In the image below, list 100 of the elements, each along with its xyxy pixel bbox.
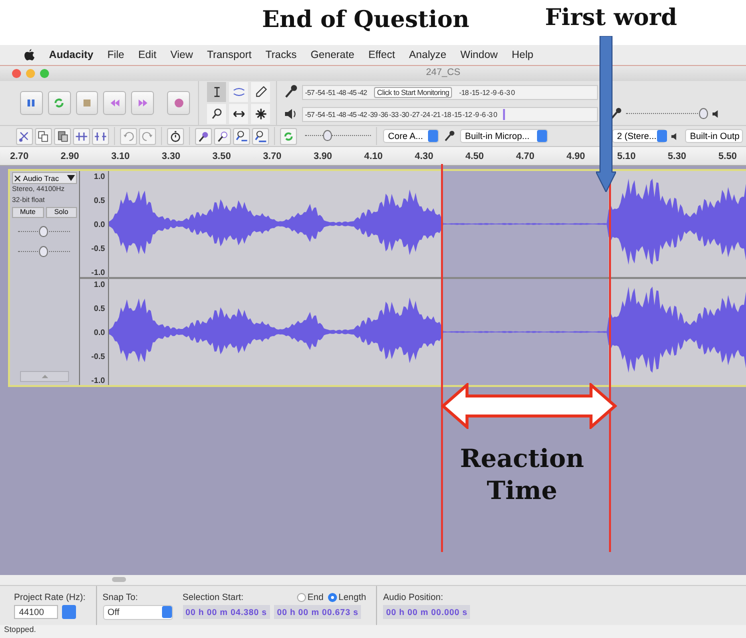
- status-text: Stopped.: [4, 625, 36, 634]
- double-arrow-icon: [441, 383, 617, 429]
- menu-item[interactable]: Analyze: [409, 49, 446, 61]
- scale-label: 1.0: [94, 172, 105, 181]
- scale-label: 0.0: [94, 220, 105, 229]
- menu-item[interactable]: Edit: [138, 49, 156, 61]
- ruler-label: 5.50: [718, 150, 738, 162]
- redo-button[interactable]: [139, 128, 156, 144]
- field-label: Selection Start:: [182, 592, 245, 602]
- menu-item[interactable]: Transport: [206, 49, 252, 61]
- radio-option[interactable]: End: [296, 592, 324, 602]
- pencil-icon: [254, 85, 268, 99]
- menu-item[interactable]: Generate: [310, 49, 354, 61]
- record-button[interactable]: [167, 91, 190, 115]
- skip-start-button[interactable]: [103, 91, 126, 115]
- dropdown-triangle-icon: [67, 175, 75, 181]
- output-device-dropdown[interactable]: Built-in Outp: [685, 129, 743, 143]
- annotation-label: End of Question: [262, 6, 470, 33]
- zoom-tool-button[interactable]: [207, 104, 226, 124]
- close-icon[interactable]: [14, 174, 21, 182]
- input-device-dropdown[interactable]: Built-in Microp...: [460, 129, 548, 143]
- window-title: 247_CS: [426, 67, 460, 78]
- stop-button[interactable]: [76, 91, 98, 115]
- fit-project-button[interactable]: [252, 128, 269, 144]
- record-icon: [172, 96, 186, 110]
- ruler-label: 4.50: [465, 150, 485, 162]
- fit-selection-icon: [235, 130, 248, 142]
- skip-end-button[interactable]: [131, 91, 154, 115]
- ruler-label: 5.10: [617, 150, 637, 162]
- menu-item[interactable]: File: [107, 49, 124, 61]
- multi-tool-icon: [254, 107, 268, 121]
- menu-item[interactable]: Tracks: [265, 49, 297, 61]
- menu-item[interactable]: View: [170, 49, 193, 61]
- menu-item[interactable]: Effect: [368, 49, 396, 61]
- envelope-tool-tool-button[interactable]: [229, 82, 248, 102]
- scale-label: 0.5: [94, 196, 105, 205]
- timer-button[interactable]: [167, 128, 184, 144]
- scissors-icon: [18, 130, 31, 142]
- stepper-icon: [656, 130, 667, 142]
- undo-icon: [122, 130, 135, 142]
- zoom-out-button[interactable]: [214, 128, 231, 144]
- ruler-label: 3.70: [262, 150, 282, 162]
- project-rate-field[interactable]: 44100: [14, 605, 58, 619]
- menu-item[interactable]: Help: [512, 49, 534, 61]
- audio-host-dropdown[interactable]: Core A...: [383, 129, 439, 143]
- loop-icon: [282, 130, 295, 142]
- fit-selection-button[interactable]: [233, 128, 250, 144]
- pencil-tool-button[interactable]: [251, 82, 270, 102]
- speed-slider[interactable]: [305, 130, 371, 142]
- slider-thumb[interactable]: [39, 226, 48, 237]
- scrollbar-thumb[interactable]: [112, 577, 126, 582]
- slider-thumb[interactable]: [698, 108, 708, 119]
- scale-label: 1.0: [94, 280, 105, 289]
- close-button[interactable]: [12, 69, 21, 78]
- stopwatch-icon: [169, 130, 182, 142]
- slider-thumb[interactable]: [39, 246, 48, 257]
- scale-label: -0.5: [91, 352, 105, 361]
- field-label: Audio Position:: [383, 592, 444, 602]
- paste-icon: [56, 130, 69, 142]
- selection-length-field[interactable]: 00 h 00 m 00.673 s: [274, 605, 362, 619]
- apple-logo-icon[interactable]: [24, 48, 35, 62]
- zoom-in-button[interactable]: [195, 128, 212, 144]
- snap-to-dropdown[interactable]: Off: [102, 604, 173, 620]
- copy-button[interactable]: [35, 128, 52, 144]
- menu-item[interactable]: Window: [460, 49, 498, 61]
- zoom-in-icon: [197, 130, 210, 142]
- fit-project-icon: [254, 130, 267, 142]
- play-at-speed-button[interactable]: [280, 128, 297, 144]
- waveform-panel[interactable]: [109, 279, 746, 385]
- radio-option[interactable]: Length: [328, 592, 366, 602]
- pan-slider[interactable]: [18, 246, 70, 258]
- scale-label: 0.0: [94, 328, 105, 337]
- selection-start-field[interactable]: 00 h 00 m 04.380 s: [182, 605, 270, 619]
- scissors-button[interactable]: [16, 128, 33, 144]
- timeline-ruler[interactable]: 2.70 2.90 3.10 3.30 3.50 3.70 3.90 4.10 4.30 4.50 4.70 4.90 5.10 5.30 5.50: [0, 147, 746, 166]
- zoom-out-icon: [216, 130, 229, 142]
- ruler-label: 3.90: [314, 150, 334, 162]
- silence-button[interactable]: [92, 128, 109, 144]
- trim-button[interactable]: [73, 128, 90, 144]
- microphone-icon[interactable]: [283, 84, 299, 100]
- channels-dropdown[interactable]: 2 (Stere...: [612, 129, 666, 143]
- pause-button[interactable]: [20, 91, 43, 115]
- ruler-label: 4.70: [516, 150, 536, 162]
- i-beam-tool-button[interactable]: [207, 82, 226, 102]
- envelope-tool-icon: [232, 85, 246, 99]
- volume-slider[interactable]: [626, 108, 708, 120]
- stepper-icon: [428, 130, 438, 142]
- multi-tool-tool-button[interactable]: [251, 104, 270, 124]
- menu-item[interactable]: Audacity: [49, 49, 94, 61]
- undo-button[interactable]: [120, 128, 137, 144]
- stepper-icon: [162, 606, 172, 618]
- waveform-panel[interactable]: [109, 171, 746, 277]
- audio-position-field[interactable]: 00 h 00 m 00.000 s: [383, 605, 470, 619]
- ruler-label: 3.10: [111, 150, 131, 162]
- loop-button[interactable]: [48, 91, 71, 115]
- time-shift-tool-button[interactable]: [229, 104, 248, 124]
- gain-slider[interactable]: [18, 226, 70, 238]
- paste-button[interactable]: [54, 128, 71, 144]
- microphone-icon: [443, 130, 456, 142]
- slider-thumb[interactable]: [323, 130, 332, 141]
